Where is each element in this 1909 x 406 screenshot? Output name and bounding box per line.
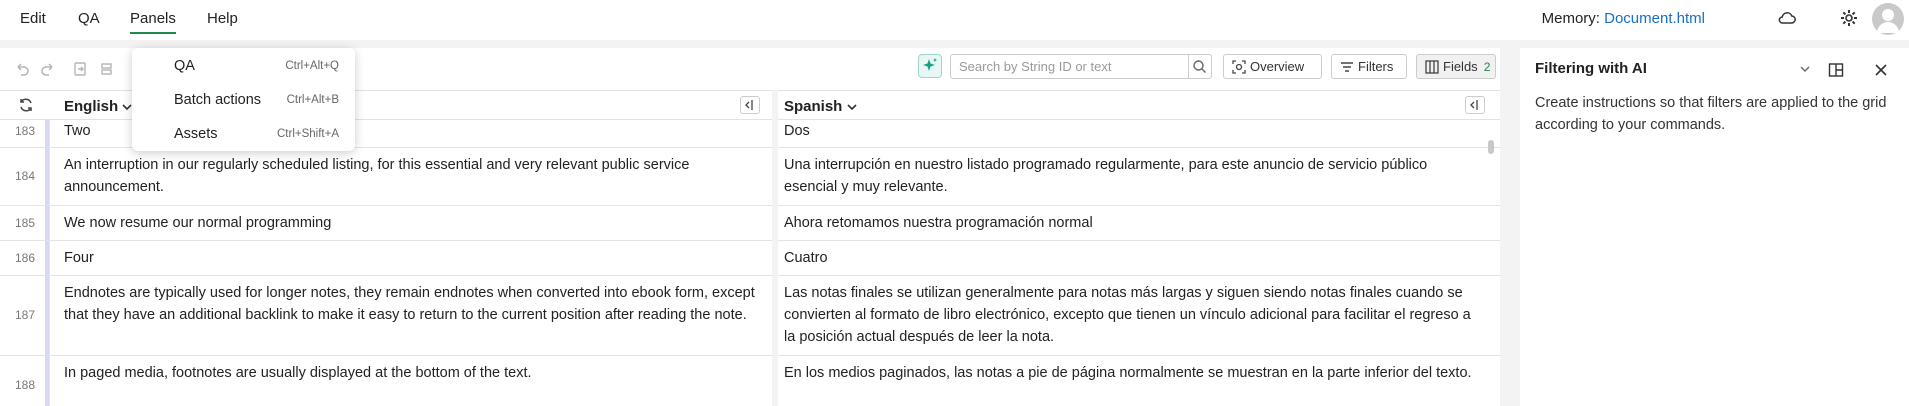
column-header-spanish[interactable]: Spanish <box>784 98 857 115</box>
row-marker <box>45 148 49 205</box>
panel-description: Create instructions so that filters are … <box>1535 95 1887 133</box>
chevron-down-icon <box>846 104 857 111</box>
chevron-down-icon[interactable] <box>1798 62 1812 79</box>
menu-item-assets[interactable]: Assets Ctrl+Shift+A <box>132 118 355 150</box>
row-number-label: 184 <box>14 169 36 183</box>
row-number: 186 <box>0 241 50 275</box>
overview-icon <box>1232 60 1246 74</box>
source-cell[interactable]: Four <box>64 247 764 269</box>
column-english-label: English <box>64 98 119 115</box>
target-cell[interactable]: Ahora retomamos nuestra programación nor… <box>784 212 1484 234</box>
row-number-label: 185 <box>14 216 36 230</box>
row-number-label: 183 <box>14 124 36 138</box>
ai-filter-panel: Filtering with AI Create instructions so… <box>1520 48 1909 406</box>
search-input[interactable]: Search by String ID or text <box>950 54 1212 79</box>
row-number: 187 <box>0 276 50 355</box>
table-row[interactable]: 188 In paged media, footnotes are usuall… <box>0 356 1500 406</box>
undo-icon[interactable] <box>14 61 30 80</box>
target-cell[interactable]: Dos <box>784 120 1484 142</box>
row-number-label: 186 <box>14 251 36 265</box>
table-row[interactable]: 187 Endnotes are typically used for long… <box>0 276 1500 356</box>
menu-panels[interactable]: Panels <box>130 10 176 34</box>
table-row[interactable]: 184 An interruption in our regularly sch… <box>0 148 1500 206</box>
refresh-icon[interactable] <box>18 97 34 116</box>
memory-file-link[interactable]: Document.html <box>1604 10 1705 27</box>
overview-button[interactable]: Overview <box>1223 54 1322 79</box>
columns-icon <box>1425 60 1439 74</box>
source-cell[interactable]: Endnotes are typically used for longer n… <box>64 282 764 326</box>
table-row[interactable]: 185 We now resume our normal programming… <box>0 206 1500 241</box>
row-marker <box>45 276 49 355</box>
row-marker <box>45 241 49 275</box>
menu-item-batch-actions[interactable]: Batch actions Ctrl+Alt+B <box>132 84 355 116</box>
row-number: 183 <box>0 120 50 147</box>
target-cell[interactable]: Una interrupción en nuestro listado prog… <box>784 154 1484 198</box>
gear-icon[interactable] <box>1839 8 1859 31</box>
filter-icon <box>1341 62 1353 72</box>
row-number-label: 188 <box>14 378 36 392</box>
grid-rows: 183 Two Dos 184 An interruption in our r… <box>0 120 1500 406</box>
collapse-column-icon[interactable] <box>1465 96 1485 114</box>
fields-label: Fields <box>1443 59 1478 74</box>
close-icon[interactable] <box>1873 62 1889 81</box>
source-cell[interactable]: We now resume our normal programming <box>64 212 764 234</box>
menu-qa[interactable]: QA <box>78 10 100 27</box>
menu-bar: Edit QA Panels Help Memory: Document.htm… <box>0 0 1909 40</box>
target-cell[interactable]: En los medios paginados, las notas a pie… <box>784 362 1484 384</box>
row-marker <box>45 120 49 147</box>
source-cell[interactable]: In paged media, footnotes are usually di… <box>64 362 764 384</box>
table-row[interactable]: 186 Four Cuatro <box>0 241 1500 276</box>
chevron-down-icon <box>122 104 132 111</box>
menu-item-label: QA <box>174 58 195 74</box>
menu-item-label: Batch actions <box>174 92 262 108</box>
panel-title: Filtering with AI <box>1535 60 1647 77</box>
search-placeholder: Search by String ID or text <box>959 59 1112 74</box>
filters-label: Filters <box>1358 59 1394 74</box>
column-header-english[interactable]: English <box>64 98 132 115</box>
search-icon[interactable] <box>1192 59 1207 74</box>
menu-edit[interactable]: Edit <box>20 10 46 27</box>
row-number: 188 <box>0 356 50 406</box>
source-cell[interactable]: An interruption in our regularly schedul… <box>64 154 764 198</box>
layout-icon[interactable] <box>1828 62 1844 81</box>
fields-count-badge: 2 <box>1483 60 1491 74</box>
target-cell[interactable]: Las notas finales se utilizan generalmen… <box>784 282 1484 348</box>
fields-button[interactable]: Fields 2 <box>1416 54 1496 79</box>
import-icon[interactable] <box>72 61 88 80</box>
column-divider[interactable] <box>772 90 778 406</box>
column-spanish-label: Spanish <box>784 98 843 115</box>
menu-item-shortcut: Ctrl+Alt+B <box>286 94 339 106</box>
ai-filter-button[interactable] <box>918 54 942 78</box>
memory-label: Memory: <box>1541 10 1600 27</box>
memory-indicator: Memory: Document.html <box>1542 10 1705 27</box>
row-marker <box>45 206 49 240</box>
redo-icon[interactable] <box>40 61 56 80</box>
row-marker <box>45 356 49 406</box>
menu-item-shortcut: Ctrl+Shift+A <box>277 128 339 140</box>
search-divider <box>1188 55 1189 78</box>
overview-label: Overview <box>1250 59 1305 74</box>
panels-dropdown: QA Ctrl+Alt+Q Batch actions Ctrl+Alt+B A… <box>132 48 355 151</box>
menu-item-shortcut: Ctrl+Alt+Q <box>285 60 339 72</box>
menu-item-qa[interactable]: QA Ctrl+Alt+Q <box>132 50 355 82</box>
scrollbar-thumb[interactable] <box>1488 140 1494 154</box>
row-number: 184 <box>0 148 50 205</box>
collapse-column-icon[interactable] <box>740 96 760 114</box>
row-number-label: 187 <box>14 308 36 322</box>
avatar[interactable] <box>1872 3 1904 35</box>
row-number: 185 <box>0 206 50 240</box>
menu-item-label: Assets <box>174 126 218 142</box>
filters-button[interactable]: Filters <box>1331 54 1407 79</box>
merge-icon[interactable] <box>100 61 116 80</box>
cloud-icon[interactable] <box>1777 8 1797 31</box>
target-cell[interactable]: Cuatro <box>784 247 1484 269</box>
menu-help[interactable]: Help <box>207 10 238 27</box>
